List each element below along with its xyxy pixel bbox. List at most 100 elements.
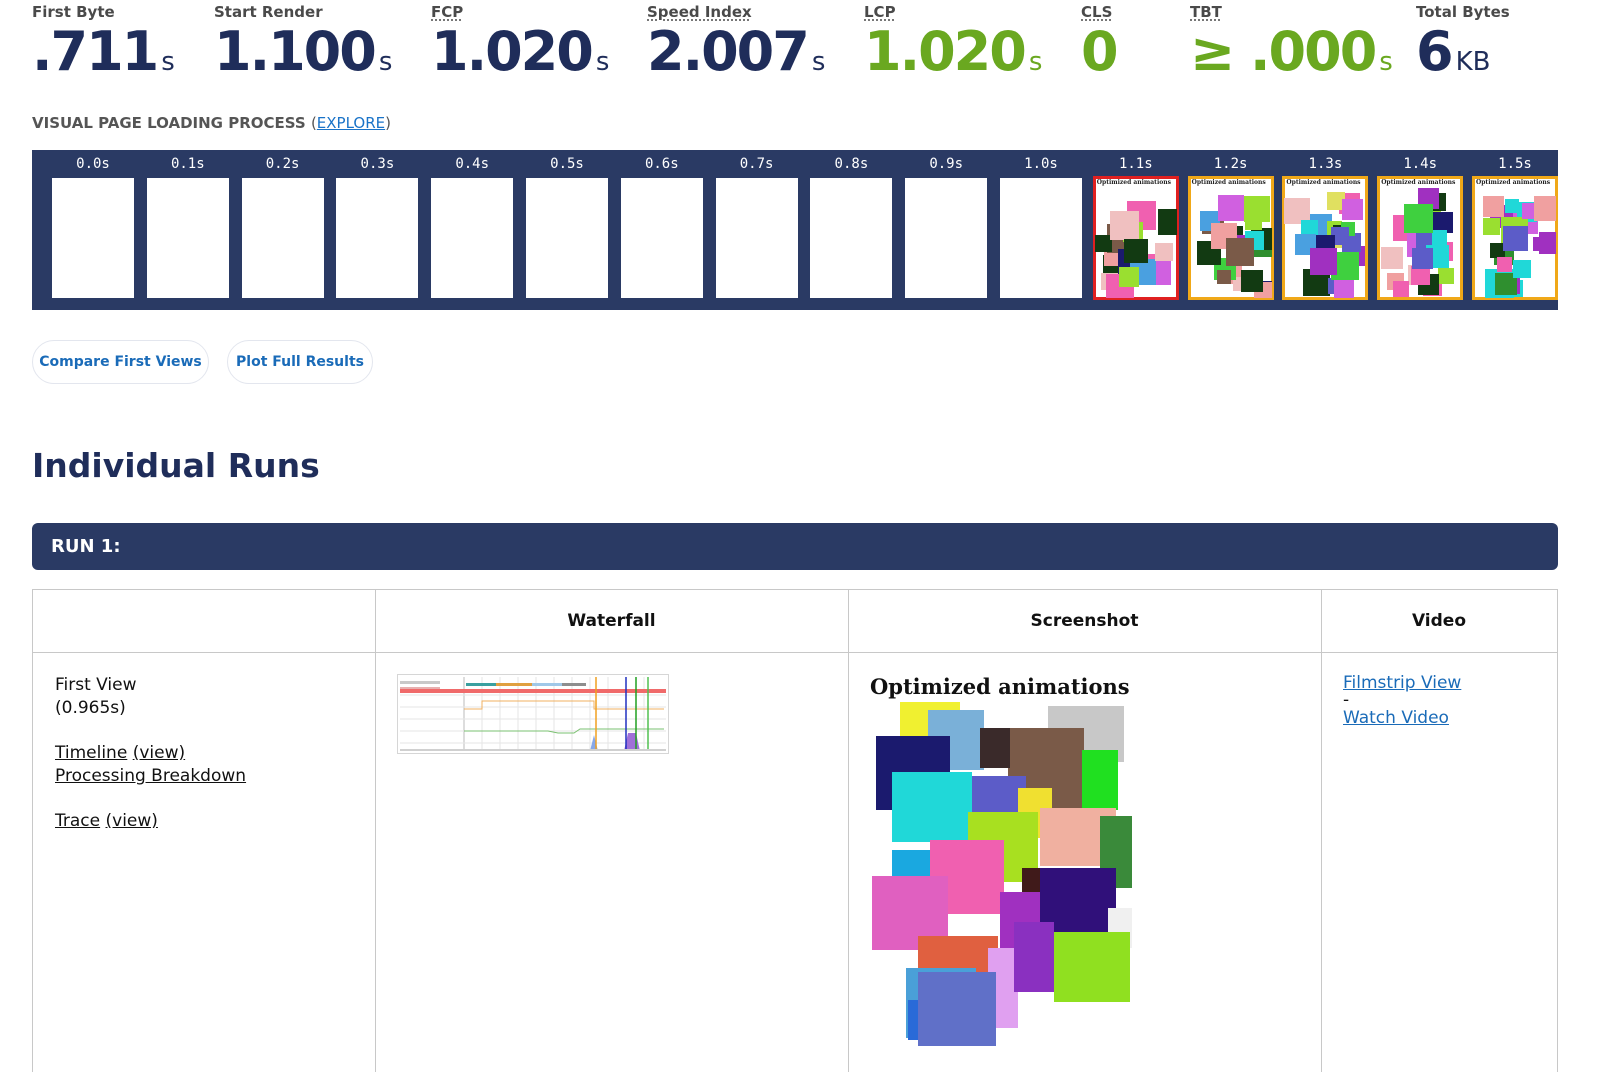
table-header-row: Waterfall Screenshot Video	[33, 590, 1557, 653]
trace-view-link[interactable]: (view)	[106, 811, 158, 831]
frame-thumbnail-blank	[336, 178, 419, 298]
thumbnail-square	[1404, 204, 1434, 233]
waterfall-thumbnail[interactable]	[397, 674, 669, 754]
metric-unit: s	[1379, 47, 1393, 77]
metric-tbt: TBT ≥ .000 s	[1190, 0, 1393, 79]
metric-lcp: LCP 1.020 s	[864, 0, 1042, 79]
metric-label: Total Bytes	[1416, 3, 1510, 21]
metric-label[interactable]: Speed Index	[647, 3, 825, 21]
frame-thumbnail: Optimized animations	[1092, 176, 1179, 300]
thumbnail-square	[1240, 270, 1263, 292]
frame-time-label: 0.3s	[360, 156, 395, 172]
metrics-summary: First Byte .711 s Start Render 1.100 s FCP…	[32, 0, 1572, 96]
run-label: RUN 1:	[51, 536, 121, 557]
filmstrip-frame[interactable]: 1.0s	[994, 150, 1088, 310]
frame-thumbnail: Optimized animations	[1377, 176, 1464, 300]
metric-label[interactable]: CLS	[1081, 3, 1121, 21]
screenshot-square	[892, 772, 972, 842]
thumbnail-square	[1483, 218, 1500, 235]
metric-label[interactable]: LCP	[864, 3, 1042, 21]
thumbnail-square	[1157, 209, 1177, 235]
filmstrip-frame[interactable]: 0.4s	[425, 150, 519, 310]
thumbnail-square	[1483, 196, 1504, 217]
filmstrip-frame[interactable]: 1.2s Optimized animations	[1184, 150, 1278, 310]
metric-speed-index: Speed Index 2.007 s	[647, 0, 825, 79]
screenshot-square	[908, 1000, 918, 1040]
column-divider	[1321, 590, 1322, 1072]
run-header-bar: RUN 1:	[32, 523, 1558, 570]
individual-runs-heading: Individual Runs	[32, 446, 320, 485]
trace-link[interactable]: Trace	[55, 811, 100, 831]
thumbnail-square	[1123, 239, 1148, 263]
timeline-view-link[interactable]: (view)	[133, 743, 185, 763]
frame-time-label: 0.6s	[644, 156, 679, 172]
thumbnail-square	[1412, 248, 1434, 269]
metric-value: 6 KB	[1416, 25, 1510, 79]
filmstrip-frame[interactable]: 0.5s	[520, 150, 614, 310]
run-results-table: Waterfall Screenshot Video First View (0…	[32, 589, 1558, 1072]
timeline-link[interactable]: Timeline	[55, 743, 127, 763]
filmstrip-frame[interactable]: 0.6s	[615, 150, 709, 310]
screenshot-square	[980, 728, 1010, 768]
metric-label: Start Render	[214, 3, 323, 21]
filmstrip-frame[interactable]: 0.0s	[46, 150, 140, 310]
video-cell: Filmstrip View - Watch Video	[1343, 672, 1461, 729]
thumbnail-square	[1503, 226, 1528, 251]
metric-unit: s	[811, 47, 826, 77]
filmstrip-frame[interactable]: 0.2s	[236, 150, 330, 310]
frame-time-label: 0.8s	[834, 156, 869, 172]
frame-thumbnail-blank	[526, 178, 608, 298]
metric-first-byte: First Byte .711 s	[32, 0, 175, 79]
screenshot-image[interactable]: Optimized animations	[868, 672, 1138, 1047]
plot-full-results-button[interactable]: Plot Full Results	[227, 340, 373, 384]
metric-label[interactable]: TBT	[1190, 3, 1393, 21]
metric-cls: CLS 0	[1081, 0, 1121, 79]
metric-number: 0	[1081, 20, 1119, 83]
compare-first-views-button[interactable]: Compare First Views	[32, 340, 209, 384]
metric-number: ≥ .000	[1190, 20, 1377, 83]
screenshot-square	[1082, 750, 1118, 810]
frame-time-label: 1.5s	[1498, 156, 1532, 172]
filmstrip-frame[interactable]: 0.8s	[804, 150, 898, 310]
filmstrip-view-link[interactable]: Filmstrip View	[1343, 673, 1461, 693]
frame-time-label: 1.0s	[1024, 156, 1058, 172]
metric-fcp: FCP 1.020 s	[431, 0, 609, 79]
thumbnail-page-title: Optimized animations	[1286, 179, 1361, 186]
paren-close: )	[385, 114, 391, 132]
filmstrip-frame[interactable]: 0.1s	[141, 150, 235, 310]
explore-link[interactable]: EXPLORE	[317, 114, 385, 132]
visual-progress-title: VISUAL PAGE LOADING PROCESS	[32, 114, 306, 132]
frame-thumbnail: Optimized animations	[1187, 176, 1274, 300]
metric-number: 1.020	[864, 20, 1027, 83]
thumbnail-square	[1225, 238, 1254, 266]
first-view-label: First View	[55, 675, 137, 695]
frame-thumbnail: Optimized animations	[1472, 176, 1558, 300]
filmstrip-frame[interactable]: 1.5s Optimized animations	[1468, 150, 1558, 310]
filmstrip-frame[interactable]: 1.3s Optimized animations	[1278, 150, 1372, 310]
column-divider	[848, 590, 849, 1072]
filmstrip-frame[interactable]: 0.3s	[330, 150, 424, 310]
metric-value: 0	[1081, 25, 1121, 79]
metric-unit: s	[595, 47, 610, 77]
processing-breakdown-link[interactable]: Processing Breakdown	[55, 766, 246, 786]
metric-value: 1.100 s	[214, 25, 392, 79]
filmstrip-frame[interactable]: 1.1s Optimized animations	[1089, 150, 1183, 310]
thumbnail-square	[1497, 257, 1512, 272]
frame-time-label: 1.4s	[1403, 156, 1438, 172]
metric-label: First Byte	[32, 3, 115, 21]
metric-number: .711	[32, 20, 159, 83]
filmstrip-frame[interactable]: 1.4s Optimized animations	[1373, 150, 1467, 310]
metric-number: 1.020	[431, 20, 594, 83]
metric-unit: s	[378, 47, 393, 77]
thumbnail-page-title: Optimized animations	[1381, 179, 1456, 186]
thumbnail-square	[1154, 243, 1173, 261]
filmstrip-frame[interactable]: 0.7s	[710, 150, 804, 310]
frame-thumbnail-blank	[715, 178, 798, 298]
metric-label[interactable]: FCP	[431, 3, 609, 21]
metric-value: 1.020 s	[431, 25, 609, 79]
video-column-header: Video	[1411, 611, 1467, 631]
filmstrip-frame[interactable]: 0.9s	[899, 150, 993, 310]
watch-video-link[interactable]: Watch Video	[1343, 708, 1449, 728]
metric-unit: s	[161, 47, 175, 77]
thumbnail-page-title: Optimized animations	[1096, 179, 1171, 186]
